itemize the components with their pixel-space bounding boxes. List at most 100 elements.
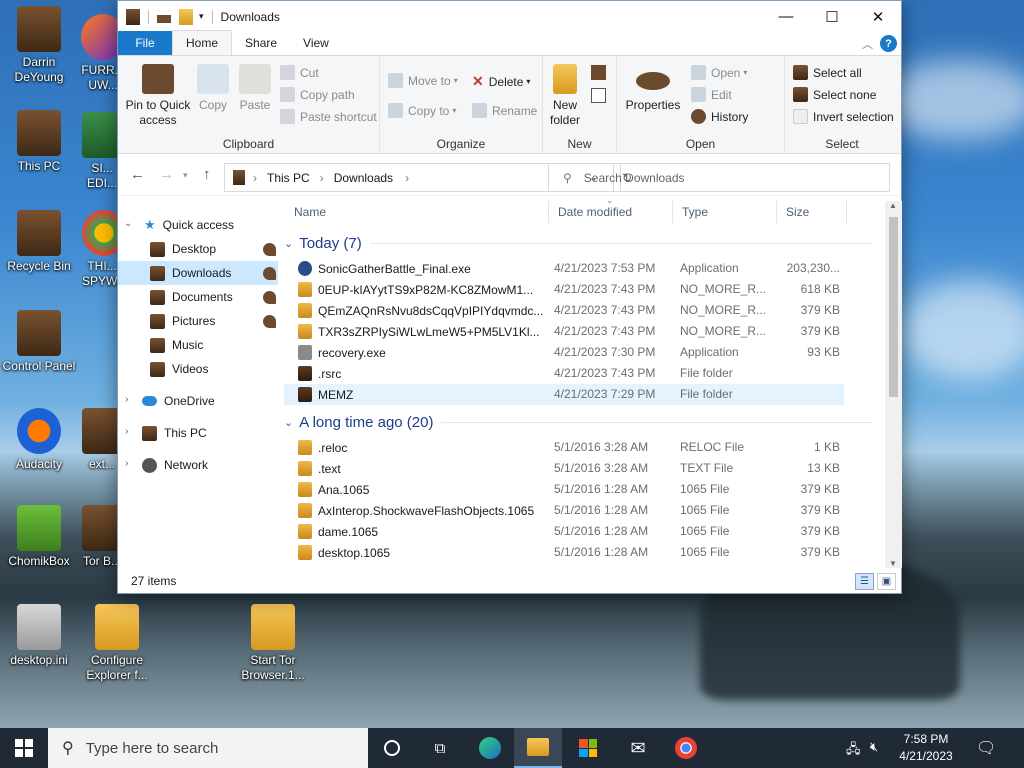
maximize-button[interactable]: ☐ — [809, 1, 855, 32]
group-long-ago[interactable]: ⌄ A long time ago (20) — [284, 411, 880, 433]
forward-arrow-icon[interactable]: → — [159, 166, 174, 183]
clock[interactable]: 7:58 PM 4/21/2023 — [886, 731, 966, 765]
mail-button[interactable]: ✉ — [614, 728, 662, 768]
file-row[interactable]: dame.1065 5/1/2016 1:28 AM 1065 File 379 KB — [284, 521, 844, 542]
select-none-button[interactable]: Select none — [793, 87, 876, 102]
invert-selection-button[interactable]: Invert selection — [793, 109, 894, 124]
tab-file[interactable]: File — [118, 31, 172, 55]
new-folder-button[interactable]: New folder — [547, 64, 583, 128]
nav-network[interactable]: Network — [118, 453, 278, 477]
recent-chevron-icon[interactable]: ▾ — [183, 170, 188, 181]
minimize-button[interactable]: — — [763, 1, 809, 32]
desktop-icon-configure-explorer[interactable]: Configure Explorer f... — [78, 604, 156, 683]
nav-pictures[interactable]: Pictures — [118, 309, 278, 333]
new-folder-icon[interactable] — [179, 8, 193, 25]
volume-muted-icon[interactable]: 🔇︎ — [870, 739, 878, 755]
desktop-icon-start-tor[interactable]: Start Tor Browser.1... — [234, 604, 312, 683]
move-to-button[interactable]: Move to ▾ — [388, 73, 458, 88]
file-row[interactable]: desktop.1065 5/1/2016 1:28 AM 1065 File 379… — [284, 542, 844, 563]
select-all-button[interactable]: Select all — [793, 65, 862, 80]
details-view-icon[interactable]: ☰ — [855, 573, 874, 590]
column-size[interactable]: Size — [776, 201, 846, 223]
tab-home[interactable]: Home — [172, 30, 233, 55]
vertical-scrollbar[interactable]: ▲ ▼ — [885, 201, 902, 568]
chrome-button[interactable] — [662, 728, 710, 768]
file-row[interactable]: Ana.1065 5/1/2016 1:28 AM 1065 File 379 KB — [284, 479, 844, 500]
up-arrow-icon[interactable]: ↑ — [203, 166, 211, 183]
breadcrumb-this-pc[interactable]: This PC — [267, 171, 310, 185]
group-today[interactable]: ⌄ Today (7) — [284, 232, 880, 254]
nav-onedrive[interactable]: OneDrive — [118, 389, 278, 413]
nav-quick-access[interactable]: ★ Quick access — [118, 213, 278, 237]
desktop-icon-spyware[interactable]: THI... SPYW... — [82, 210, 122, 289]
copy-button[interactable]: Copy — [196, 64, 230, 113]
file-row[interactable]: .text 5/1/2016 3:28 AM TEXT File 13 KB — [284, 458, 844, 479]
paste-button[interactable]: Paste — [236, 64, 274, 113]
open-button[interactable]: Open ▾ — [691, 65, 747, 80]
cortana-button[interactable] — [368, 728, 416, 768]
breadcrumb-downloads[interactable]: Downloads — [334, 171, 393, 185]
file-row[interactable]: .reloc 5/1/2016 3:28 AM RELOC File 1 KB — [284, 437, 844, 458]
nav-this-pc[interactable]: This PC — [118, 421, 278, 445]
search-input[interactable]: ⚲ Search Downloads — [548, 163, 890, 192]
scroll-down-icon[interactable]: ▼ — [889, 559, 897, 568]
desktop-icon-desktop-ini[interactable]: desktop.ini — [0, 604, 78, 668]
new-item-icon[interactable] — [591, 65, 606, 80]
copy-path-button[interactable]: Copy path — [280, 87, 355, 102]
file-row[interactable]: SonicGatherBattle_Final.exe 4/21/2023 7:5… — [284, 258, 844, 279]
nav-desktop[interactable]: Desktop — [118, 237, 278, 261]
rename-button[interactable]: Rename — [472, 103, 537, 118]
copy-to-button[interactable]: Copy to ▾ — [388, 103, 456, 118]
desktop-icon-ext[interactable]: ext... — [82, 408, 122, 472]
properties-icon[interactable] — [157, 14, 171, 23]
scroll-up-icon[interactable]: ▲ — [889, 201, 897, 210]
file-row[interactable]: .rsrc 4/21/2023 7:43 PM File folder — [284, 363, 844, 384]
edge-button[interactable] — [466, 728, 514, 768]
close-button[interactable]: ✕ — [855, 1, 901, 32]
desktop-icon-tor[interactable]: Tor B... — [82, 505, 122, 569]
desktop-icon-si-edi[interactable]: SI... EDI... — [82, 112, 122, 191]
file-row[interactable]: TXR3sZRPIySiWLwLmeW5+PM5LV1Kl... 4/21/202… — [284, 321, 844, 342]
easy-access-icon[interactable] — [591, 88, 606, 103]
tab-share[interactable]: Share — [232, 31, 290, 55]
desktop-icon-recycle-bin[interactable]: Recycle Bin — [0, 210, 78, 274]
history-button[interactable]: History — [691, 109, 748, 124]
file-row[interactable]: QEmZAQnRsNvu8dsCqqVpIPIYdqvmdc... 4/21/20… — [284, 300, 844, 321]
desktop-icon-control-panel[interactable]: Control Panel — [0, 310, 78, 374]
task-view-button[interactable]: ⧉ — [416, 728, 464, 768]
network-tray-icon[interactable]: 🖧 — [846, 740, 861, 762]
file-row[interactable]: AxInterop.ShockwaveFlashObjects.1065 5/1/… — [284, 500, 844, 521]
scrollbar-thumb[interactable] — [889, 217, 898, 397]
desktop-icon-audacity[interactable]: Audacity — [0, 408, 78, 472]
back-arrow-icon[interactable]: ← — [130, 166, 145, 183]
file-row[interactable]: recovery.exe 4/21/2023 7:30 PM Application… — [284, 342, 844, 363]
start-button[interactable] — [0, 728, 48, 768]
file-row[interactable]: MEMZ 4/21/2023 7:29 PM File folder — [284, 384, 844, 405]
notification-icon[interactable]: 🗨︎ — [976, 738, 996, 758]
cut-button[interactable]: Cut — [280, 65, 319, 80]
nav-music[interactable]: Music — [118, 333, 278, 357]
help-button[interactable]: ? — [880, 35, 897, 52]
taskbar-search[interactable]: ⚲ Type here to search — [48, 728, 368, 768]
nav-documents[interactable]: Documents — [118, 285, 278, 309]
file-row[interactable]: 0EUP-kIAYytTS9xP82M-KC8ZMowM1... 4/21/202… — [284, 279, 844, 300]
column-name[interactable]: Name — [284, 201, 548, 223]
file-explorer-button[interactable] — [514, 728, 562, 768]
delete-button[interactable]: ✕ Delete ▾ — [472, 73, 530, 90]
edit-button[interactable]: Edit — [691, 87, 732, 102]
large-icons-view-icon[interactable]: ▣ — [877, 573, 896, 590]
column-type[interactable]: Type — [672, 201, 776, 223]
pin-quick-access-button[interactable]: Pin to Quick access — [122, 64, 194, 128]
desktop-icon-chomikbox[interactable]: ChomikBox — [0, 505, 78, 569]
tab-view[interactable]: View — [290, 31, 342, 55]
nav-downloads[interactable]: Downloads — [118, 261, 278, 285]
chevron-down-icon[interactable]: ▾ — [199, 11, 204, 22]
organize-label: Organize — [436, 137, 486, 151]
desktop-icon-this-pc[interactable]: This PC — [0, 110, 78, 174]
properties-button[interactable]: Properties — [623, 64, 683, 113]
store-button[interactable] — [564, 728, 612, 768]
desktop-icon-darrin[interactable]: Darrin DeYoung — [0, 6, 78, 85]
paste-shortcut-button[interactable]: Paste shortcut — [280, 109, 377, 124]
nav-videos[interactable]: Videos — [118, 357, 278, 381]
chevron-up-icon[interactable]: ︿ — [862, 36, 873, 52]
